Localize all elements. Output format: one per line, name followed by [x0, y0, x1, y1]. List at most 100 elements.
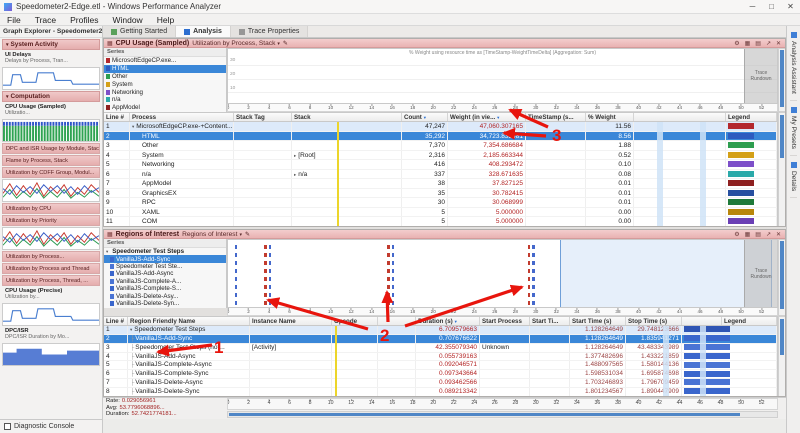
roi-table-row-6[interactable]: 6├VanillaJS-Complete-Sync0.0973436641.59… [104, 370, 777, 379]
tab-analysis[interactable]: Analysis [176, 26, 231, 37]
cpu-table-scrollbar[interactable] [778, 112, 786, 227]
roi-chart-scrollbar[interactable] [778, 239, 786, 316]
scrollbar-thumb[interactable] [229, 413, 740, 416]
column-start-ti[interactable]: Start Ti... [530, 317, 570, 325]
edit-preset-icon[interactable]: ✎ [245, 231, 250, 238]
series-microsoftedgecp-exe[interactable]: MicrosoftEdgeCP.exe... [104, 57, 226, 65]
right-tab-my-presets[interactable]: My Presets [790, 101, 797, 156]
tab-trace-properties[interactable]: Trace Properties [231, 26, 308, 37]
cpu-table-row-11[interactable]: 11COM55.0000000.00 [104, 217, 777, 227]
regions-chart[interactable]: Trace Rundown [227, 239, 778, 308]
series-system[interactable]: System [104, 80, 226, 88]
menu-help[interactable]: Help [150, 14, 181, 25]
cpu-table-row-4[interactable]: 4System▸[Root]2,3162,185.6633440.52 [104, 151, 777, 161]
roi-table-row-4[interactable]: 4├VanillaJS-Add-Async0.0557391631.377482… [104, 353, 777, 362]
roi-table-scrollbar[interactable] [778, 316, 786, 397]
explorer-graph-utilization-by-process-and-thread[interactable]: Utilization by Process and Thread [2, 263, 100, 274]
cpu-chart-scrollbar[interactable] [778, 48, 786, 112]
column-duration-s[interactable]: Duration (s)▼ [416, 317, 480, 325]
right-tab-details[interactable]: Details [790, 156, 797, 198]
menu-trace[interactable]: Trace [28, 14, 63, 25]
cpu-panel-header[interactable]: ▦ CPU Usage (Sampled) Utilization by Pro… [103, 38, 786, 48]
table-view-icon[interactable]: ▤ [754, 40, 762, 47]
explorer-thumbnail[interactable] [2, 343, 100, 366]
roi-table-row-1[interactable]: 1▾Speedometer Test Steps6.7095796631.128… [104, 326, 777, 335]
time-selection-band[interactable] [560, 240, 772, 307]
close-button[interactable]: ✕ [781, 0, 800, 13]
maximize-button[interactable]: □ [762, 0, 781, 13]
column-stop-time-s[interactable]: Stop Time (s) [626, 317, 682, 325]
series-vanillajs-complete-a[interactable]: VanillaJS-Complete-A... [104, 278, 226, 285]
cpu-table-row-3[interactable]: 3Other7,3707,354.6866841.88 [104, 141, 777, 151]
cpu-table-row-8[interactable]: 8GraphicsEX3530.7824150.01 [104, 189, 777, 199]
column-stack[interactable]: Stack [292, 113, 402, 121]
horizontal-scrollbar[interactable] [227, 411, 778, 418]
cpu-table-row-10[interactable]: 10XAML55.0000000.00 [104, 208, 777, 218]
cpu-table-row-9[interactable]: 9RPC3030.0689990.01 [104, 198, 777, 208]
explorer-thumbnail[interactable] [2, 179, 100, 202]
close-panel-icon[interactable]: ✕ [775, 40, 782, 47]
cpu-table-row-5[interactable]: 5Networking416408.2934720.10 [104, 160, 777, 170]
roi-table-row-2[interactable]: 2├VanillaJS-Add-Sync0.7076766221.1282646… [104, 335, 777, 344]
diagnostic-console-tab[interactable]: Diagnostic Console [0, 419, 103, 433]
column-timestamp-s[interactable]: TimeStamp (s... [526, 113, 586, 121]
roi-table-row-5[interactable]: 5├VanillaJS-Complete-Async0.0920465711.4… [104, 361, 777, 370]
explorer-graph-dpc-and-isr-usage-by-module-stack[interactable]: DPC and ISR Usage by Module, Stack [2, 143, 100, 154]
scrollbar-thumb[interactable] [780, 319, 784, 355]
explorer-graph-utilization-by-cpu[interactable]: Utilization by CPU [2, 203, 100, 214]
column-weight[interactable]: % Weight [586, 113, 634, 121]
series-speedometer-test-steps[interactable]: ▾Speedometer Test Steps [104, 248, 226, 255]
roi-table-row-7[interactable]: 7├VanillaJS-Delete-Async0.0934625661.703… [104, 379, 777, 388]
explorer-thumbnail[interactable] [2, 227, 100, 250]
column-process[interactable]: Process [130, 113, 234, 121]
explorer-graph-utilization-by-process-thread[interactable]: Utilization by Process, Thread, ... [2, 275, 100, 286]
edit-preset-icon[interactable]: ✎ [283, 40, 288, 47]
table-view-icon[interactable]: ▤ [754, 231, 762, 238]
explorer-graph-utilization-by-cdff-group-modul[interactable]: Utilization by CDFF Group, Modul... [2, 167, 100, 178]
panel-settings-icon[interactable]: ⚙ [733, 231, 740, 238]
explorer-graph-cpu-usage-precise[interactable]: CPU Usage (Precise)Utilization by... [2, 287, 100, 302]
right-tab-analysis-assistant[interactable]: Analysis Assistant [790, 26, 797, 101]
series-vanillajs-delete-asy[interactable]: VanillaJS-Delete-Asy... [104, 292, 226, 299]
scrollbar-thumb[interactable] [780, 241, 784, 309]
menu-profiles[interactable]: Profiles [63, 14, 105, 25]
series-vanillajs-delete-syn[interactable]: VanillaJS-Delete-Syn... [104, 300, 226, 307]
cpu-usage-chart[interactable]: % Weight using resource time as [TimeSta… [227, 48, 778, 104]
series-speedometer-test-ste[interactable]: Speedometer Test Ste... [104, 263, 226, 270]
explorer-thumbnail[interactable] [2, 67, 100, 90]
column-line[interactable]: Line # [104, 317, 128, 325]
roi-preset-dropdown[interactable]: Regions of Interest▾ [182, 231, 242, 238]
column-weight-in-vie[interactable]: Weight (in vie...▼ [448, 113, 526, 121]
panel-settings-icon[interactable]: ⚙ [733, 40, 740, 47]
column-region-friendly-name[interactable]: Region Friendly Name [128, 317, 250, 325]
scrollbar-thumb[interactable] [780, 115, 784, 158]
column-line[interactable]: Line # [104, 113, 130, 121]
graph-explorer-title-bar[interactable]: Graph Explorer - Speedometer2... [0, 26, 102, 38]
column-blank[interactable] [634, 113, 726, 121]
popout-icon[interactable]: ↗ [765, 231, 772, 238]
roi-table-row-3[interactable]: 3├Speedometer Test Steps (not...[Activit… [104, 344, 777, 353]
minimize-button[interactable]: ─ [743, 0, 762, 13]
close-panel-icon[interactable]: ✕ [775, 231, 782, 238]
series-other[interactable]: Other [104, 73, 226, 81]
series-networking[interactable]: Networking [104, 88, 226, 96]
explorer-graph-flame-by-process-stack[interactable]: Flame by Process, Stack [2, 155, 100, 166]
graph-view-icon[interactable]: ▦ [744, 231, 752, 238]
explorer-graph-utilization-by-priority[interactable]: Utilization by Priority [2, 215, 100, 226]
scrollbar-thumb[interactable] [780, 50, 784, 107]
explorer-thumbnail[interactable] [2, 303, 100, 326]
roi-table-row-8[interactable]: 8├VanillaJS-Delete-Sync0.0892133421.8012… [104, 388, 777, 397]
cpu-table-row-6[interactable]: 6n/a▸n/a337328.6716350.08 [104, 170, 777, 180]
series-vanillajs-add-sync[interactable]: VanillaJS-Add-Sync [104, 255, 226, 262]
column-start-process[interactable]: Start Process [480, 317, 530, 325]
roi-panel-header[interactable]: ▦ Regions of Interest Regions of Interes… [103, 229, 786, 239]
column-stack-tag[interactable]: Stack Tag [234, 113, 292, 121]
explorer-graph-ui-delays[interactable]: UI DelaysDelays by Process, Tran... [2, 51, 100, 66]
column-count[interactable]: Count▼ [402, 113, 448, 121]
series-appmodel[interactable]: AppModel [104, 104, 226, 112]
tab-getting-started[interactable]: Getting Started [103, 26, 176, 37]
cpu-table-row-7[interactable]: 7AppModel3837.8271250.01 [104, 179, 777, 189]
cpu-table-row-1[interactable]: 1▾MicrosoftEdgeCP.exe-+Content...47,2474… [104, 122, 777, 132]
series-html[interactable]: HTML [104, 65, 226, 73]
column-start-time-s[interactable]: Start Time (s) [570, 317, 626, 325]
